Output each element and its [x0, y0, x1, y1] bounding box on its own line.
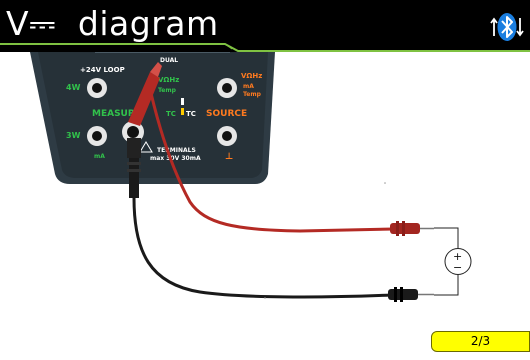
dual-label: DUAL: [160, 57, 178, 64]
tc-label: TC: [166, 110, 176, 118]
jack-3w[interactable]: [87, 126, 107, 146]
connection-diagram: +24V LOOP DUAL 4W 3W MEASURE SOURCE VΩHz…: [0, 51, 530, 356]
title-bar: V⎓ diagram: [0, 0, 530, 52]
jack-source-top[interactable]: [217, 78, 237, 98]
black-probe: [388, 287, 434, 302]
ma-label: mA: [94, 153, 105, 160]
source-minus: −: [453, 261, 462, 274]
bluetooth-status[interactable]: [490, 10, 524, 44]
loop-label: +24V LOOP: [80, 66, 125, 74]
jack-source-bottom[interactable]: [217, 126, 237, 146]
header-accent-line: [0, 43, 530, 52]
bluetooth-icon: [497, 13, 517, 41]
jack-4w-label: 4W: [66, 83, 81, 92]
right-temp-label: Temp: [243, 91, 262, 98]
rating-label: max 30V 30mA: [150, 155, 201, 162]
terminals-label: TERMINALS: [157, 147, 196, 154]
ground-symbol: ⊥: [225, 152, 233, 162]
right-ma-label: mA: [243, 83, 254, 90]
tc-label-2: TC: [186, 110, 196, 118]
jack-4w[interactable]: [87, 78, 107, 98]
red-probe: [390, 221, 434, 236]
page-indicator[interactable]: 2/3: [431, 331, 530, 352]
right-vohz-label: VΩHz: [241, 72, 262, 80]
temp-label: Temp: [158, 87, 177, 94]
jack-3w-label: 3W: [66, 131, 81, 140]
source-label: SOURCE: [206, 109, 247, 119]
vohz-label: VΩHz: [158, 76, 179, 84]
